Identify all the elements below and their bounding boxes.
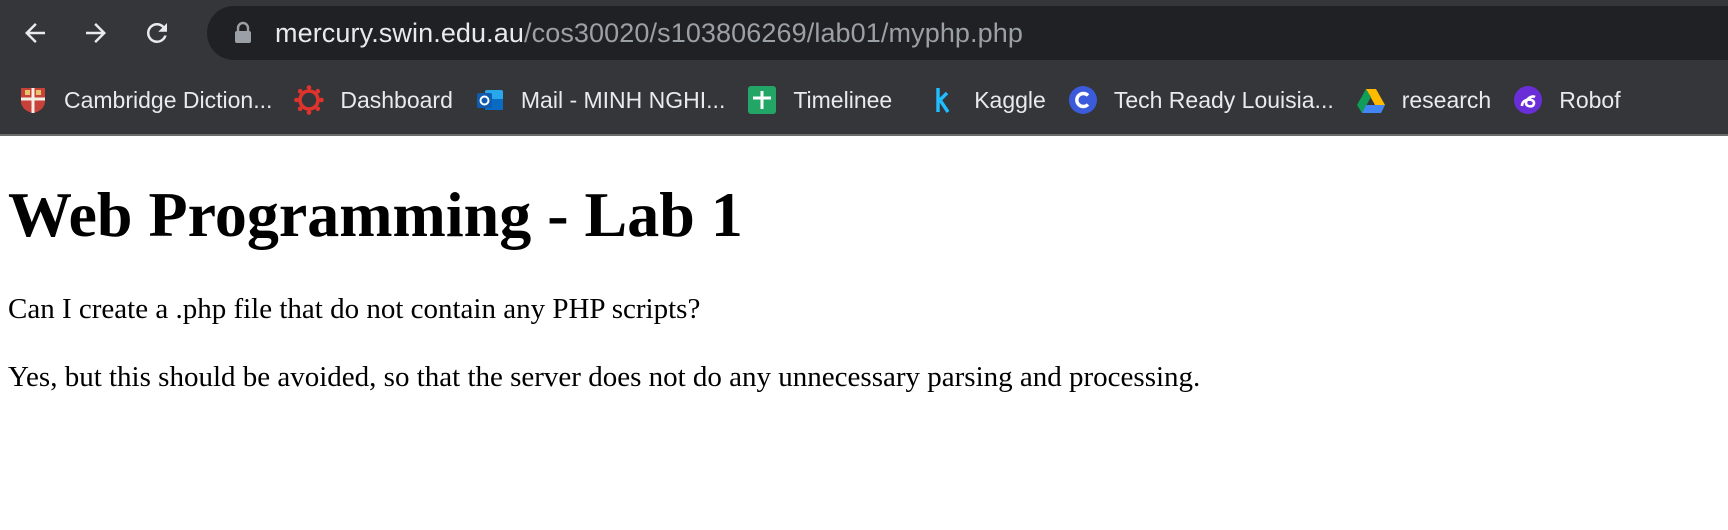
bookmark-cambridge[interactable]: Cambridge Diction... bbox=[18, 74, 284, 126]
bookmark-label: Tech Ready Louisia... bbox=[1113, 86, 1334, 113]
bookmark-label: Timelinee bbox=[793, 86, 893, 113]
url-path: /cos30020/s103806269/lab01/myphp.php bbox=[524, 17, 1023, 48]
bookmarks-bar: Cambridge Diction... Dashboard Mail - MI… bbox=[0, 66, 1728, 136]
forward-button[interactable] bbox=[71, 8, 121, 58]
browser-toolbar: mercury.swin.edu.au/cos30020/s103806269/… bbox=[0, 0, 1728, 66]
bookmark-timelinee[interactable]: Timelinee bbox=[743, 74, 904, 126]
bookmark-label: Kaggle bbox=[974, 86, 1046, 113]
question-text: Can I create a .php file that do not con… bbox=[8, 292, 701, 325]
outlook-icon bbox=[475, 85, 505, 115]
lock-icon bbox=[233, 21, 253, 45]
canvas-icon bbox=[294, 85, 325, 115]
google-sheets-icon bbox=[747, 85, 777, 115]
roboflow-icon bbox=[1513, 85, 1543, 115]
coursera-icon bbox=[1068, 85, 1098, 115]
bookmark-label: Cambridge Diction... bbox=[64, 86, 273, 113]
google-drive-icon bbox=[1356, 85, 1386, 115]
bookmark-roboflow[interactable]: Robof bbox=[1509, 74, 1632, 126]
url-text[interactable]: mercury.swin.edu.au/cos30020/s103806269/… bbox=[275, 18, 1023, 49]
bookmark-label: Dashboard bbox=[340, 86, 453, 113]
forward-arrow-icon bbox=[86, 23, 106, 43]
back-button[interactable] bbox=[10, 8, 60, 58]
bookmark-tech-ready[interactable]: Tech Ready Louisia... bbox=[1064, 74, 1346, 126]
page-content: Web Programming - Lab 1 Can I create a .… bbox=[0, 178, 1728, 395]
bookmark-label: Mail - MINH NGHI... bbox=[520, 86, 726, 113]
page-heading: Web Programming - Lab 1 bbox=[8, 179, 743, 250]
address-bar[interactable]: mercury.swin.edu.au/cos30020/s103806269/… bbox=[207, 6, 1728, 60]
bookmark-research[interactable]: research bbox=[1352, 74, 1503, 126]
bookmark-dashboard[interactable]: Dashboard bbox=[290, 74, 465, 126]
cambridge-crest-icon bbox=[18, 85, 48, 115]
bookmark-kaggle[interactable]: Kaggle bbox=[924, 74, 1058, 126]
url-host: mercury.swin.edu.au bbox=[275, 17, 524, 48]
back-arrow-icon bbox=[25, 23, 45, 43]
reload-button[interactable] bbox=[132, 8, 182, 58]
bookmark-label: Robof bbox=[1559, 86, 1621, 113]
kaggle-icon bbox=[928, 85, 958, 115]
reload-icon bbox=[146, 22, 167, 43]
bookmark-mail[interactable]: Mail - MINH NGHI... bbox=[471, 74, 737, 126]
bookmark-label: research bbox=[1401, 86, 1492, 113]
answer-text: Yes, but this should be avoided, so that… bbox=[8, 361, 1201, 394]
